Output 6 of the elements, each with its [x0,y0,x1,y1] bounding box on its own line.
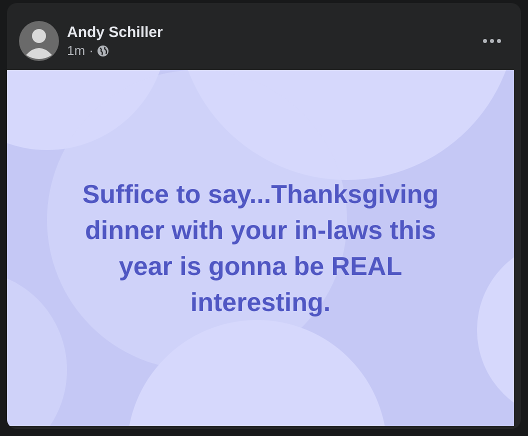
post-text: Suffice to say...Thanksgiving dinner with your in-laws this year is gonna be REAL interesting. [81,178,440,319]
avatar-icon[interactable] [19,21,59,61]
post-time[interactable]: 1m [67,43,86,58]
globe-icon [97,44,110,56]
author-name[interactable]: Andy Schiller [67,24,471,41]
separator: · [89,43,94,58]
